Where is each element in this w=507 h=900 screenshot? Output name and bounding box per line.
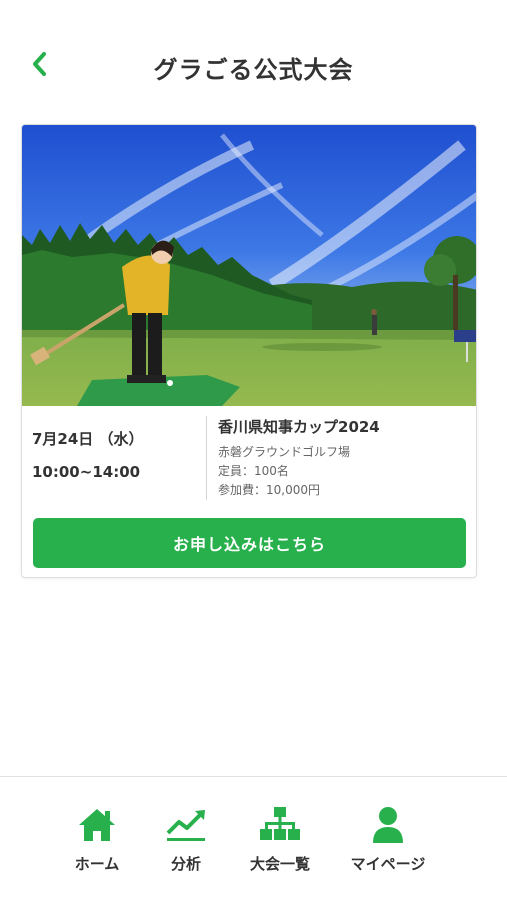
home-icon xyxy=(75,805,119,845)
nav-label-analysis: 分析 xyxy=(170,855,201,873)
event-time: 10:00~14:00 xyxy=(32,463,141,481)
event-schedule: 7月24日 （水） 10:00~14:00 xyxy=(32,428,202,481)
nav-item-tournaments[interactable]: 大会一覧 xyxy=(225,805,335,877)
event-date: 7月24日 （水） xyxy=(32,430,144,448)
event-capacity: 定員：100名 xyxy=(218,464,289,478)
event-venue: 赤磐グラウンドゴルフ場 xyxy=(218,445,351,459)
bottom-nav: ホーム 分析 大会一覧 マイページ xyxy=(0,776,507,900)
event-fee: 参加費：10,000円 xyxy=(218,483,320,497)
nav-item-mypage[interactable]: マイページ xyxy=(333,805,443,877)
event-card: 7月24日 （水） 10:00~14:00 香川県知事カップ2024 赤磐グラウ… xyxy=(21,124,477,578)
header: グラごる公式大会 xyxy=(0,0,507,130)
nav-label-mypage: マイページ xyxy=(350,855,426,873)
divider xyxy=(206,416,207,500)
page-title: グラごる公式大会 xyxy=(153,56,354,84)
chart-trend-icon xyxy=(164,805,208,845)
nav-label-tournaments: 大会一覧 xyxy=(249,855,310,873)
event-details: 香川県知事カップ2024 赤磐グラウンドゴルフ場 定員：100名 参加費：10,… xyxy=(218,416,468,500)
nav-label-home: ホーム xyxy=(74,855,120,873)
tournament-icon xyxy=(258,805,302,845)
event-name: 香川県知事カップ2024 xyxy=(218,418,380,436)
user-icon xyxy=(366,805,410,845)
event-photo xyxy=(22,125,476,406)
event-info: 7月24日 （水） 10:00~14:00 香川県知事カップ2024 赤磐グラウ… xyxy=(22,406,476,506)
apply-button[interactable]: お申し込みはこちら xyxy=(33,518,466,568)
